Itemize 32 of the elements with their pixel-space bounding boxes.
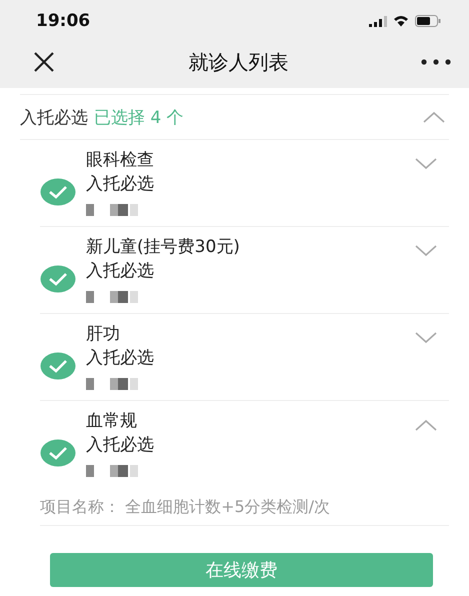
redacted-drawing: [86, 204, 138, 216]
redacted-drawing: [86, 291, 138, 303]
checked-icon[interactable]: [40, 439, 76, 467]
status-time: 19:06: [36, 11, 90, 31]
wifi-icon: [393, 15, 409, 27]
signal-icon: [369, 16, 387, 26]
item-name: 新儿童(挂号费30元): [86, 236, 240, 259]
checked-icon[interactable]: [40, 178, 76, 206]
item-name: 血常规: [86, 410, 138, 433]
expand-icon[interactable]: [415, 245, 437, 257]
battery-icon: [415, 15, 441, 27]
expand-icon[interactable]: [415, 158, 437, 170]
pay-button[interactable]: 在线缴费: [50, 553, 433, 587]
item-tag: 入托必选: [86, 346, 154, 370]
selected-count: 已选择 4 个: [94, 106, 184, 128]
page-title: 就诊人列表: [188, 48, 288, 76]
redacted-drawing: [86, 465, 138, 477]
item-name: 眼科检查: [86, 149, 154, 172]
collapse-icon[interactable]: [415, 419, 437, 431]
section-title: 入托必选: [20, 106, 88, 128]
item-tag: 入托必选: [86, 259, 240, 283]
expand-icon[interactable]: [415, 332, 437, 344]
close-icon[interactable]: [32, 50, 56, 74]
item-name: 肝功: [86, 323, 121, 346]
checked-icon[interactable]: [40, 352, 76, 380]
checked-icon[interactable]: [40, 265, 76, 293]
item-detail: 项目名称： 全血细胞计数+5分类检测/次: [40, 496, 332, 518]
more-icon[interactable]: [421, 59, 451, 65]
redacted-drawing: [86, 378, 138, 390]
item-tag: 入托必选: [86, 433, 154, 457]
item-tag: 入托必选: [86, 172, 154, 196]
collapse-icon[interactable]: [423, 111, 445, 123]
